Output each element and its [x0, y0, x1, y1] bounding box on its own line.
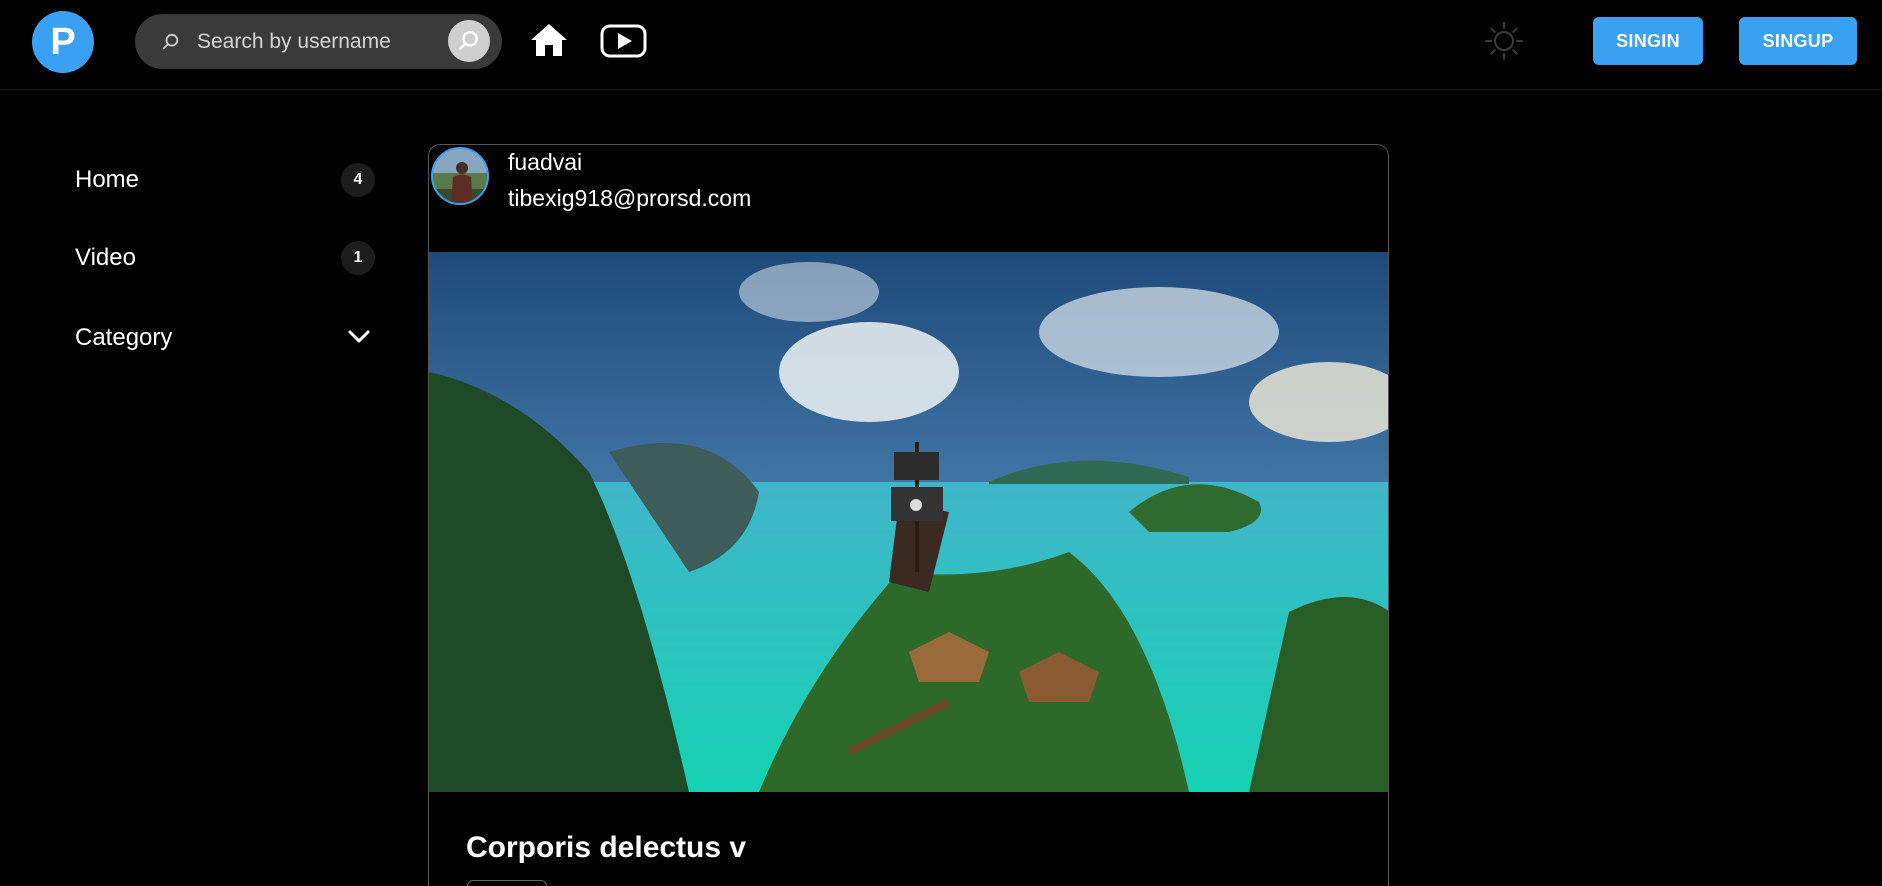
sidebar-item-video[interactable]: Video 1	[75, 235, 375, 281]
logo[interactable]: P	[32, 11, 94, 73]
post-email: tibexig918@prorsd.com	[508, 185, 752, 211]
post-card: fuadvai tibexig918@prorsd.com Corporis d…	[428, 144, 1389, 886]
signup-button[interactable]: SINGUP	[1739, 17, 1857, 65]
signin-button[interactable]: SINGIN	[1593, 17, 1703, 65]
post-username[interactable]: fuadvai	[508, 149, 582, 176]
avatar-image	[433, 149, 487, 203]
search-button[interactable]	[448, 20, 490, 62]
post-tag[interactable]	[467, 880, 547, 886]
sidebar-item-label: Category	[75, 324, 173, 351]
chevron-down-icon[interactable]	[347, 329, 371, 345]
post-image[interactable]	[429, 252, 1389, 792]
sidebar-item-category[interactable]: Category	[75, 315, 375, 361]
search-icon	[458, 30, 478, 50]
top-header: P SINGIN SINGUP	[0, 0, 1882, 90]
home-icon[interactable]	[530, 22, 568, 58]
search-input[interactable]	[197, 14, 437, 69]
search-bar	[135, 14, 502, 69]
sidebar-item-label: Video	[75, 244, 136, 271]
avatar[interactable]	[431, 147, 489, 205]
search-icon	[162, 33, 179, 50]
youtube-icon[interactable]	[600, 24, 647, 58]
sidebar-item-label: Home	[75, 166, 140, 193]
count-badge: 4	[341, 163, 375, 197]
count-badge: 1	[341, 241, 375, 275]
post-title[interactable]: Corporis delectus v	[466, 831, 746, 865]
sidebar-item-home[interactable]: Home 4	[75, 157, 375, 203]
sun-icon[interactable]	[1484, 21, 1524, 61]
